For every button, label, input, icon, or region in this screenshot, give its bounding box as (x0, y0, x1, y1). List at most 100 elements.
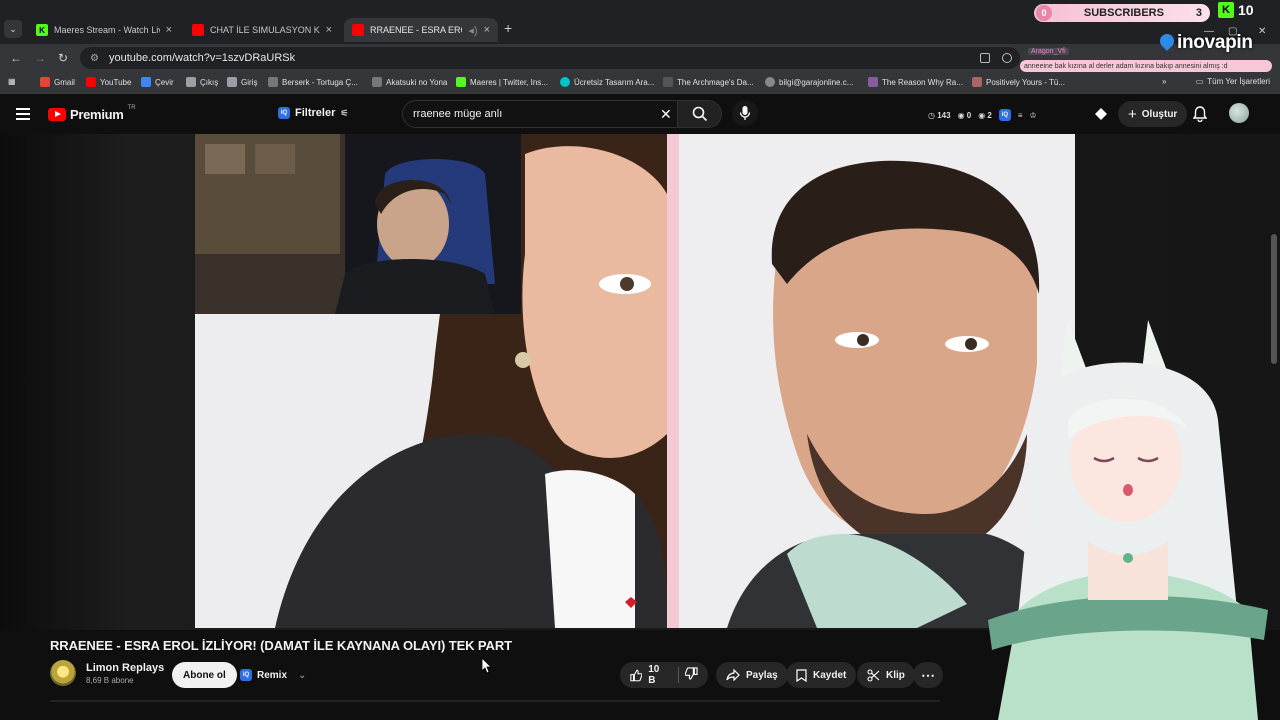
stat-eye: ◉ 0 (957, 110, 972, 120)
video-frame[interactable] (195, 134, 1075, 628)
close-icon[interactable]: × (326, 24, 332, 36)
forward-icon[interactable]: → (34, 51, 46, 65)
bookmark-reason[interactable]: The Reason Why Ra... (868, 77, 963, 87)
dislike-button[interactable] (684, 667, 698, 683)
all-bookmarks[interactable]: ▭ Tüm Yer İşaretleri (1196, 77, 1270, 86)
chat-message: anneeine bak kızına al derler adam kızın… (1020, 60, 1272, 72)
video-player[interactable] (0, 134, 1280, 720)
scissors-icon (867, 668, 880, 682)
more-horiz-icon: ⋯ (921, 666, 935, 683)
divider (678, 667, 679, 683)
bookmark-icon (227, 77, 237, 87)
remix-button[interactable]: iQ Remix ⌄ (240, 664, 306, 686)
iq-extension-icon: iQ (278, 107, 290, 119)
bookmark-maeres[interactable]: Maeres | Twitter, Ins... (456, 77, 548, 87)
page-scrollbar[interactable] (1271, 234, 1277, 364)
mouse-cursor (482, 658, 492, 674)
extension-face-icon[interactable] (1094, 107, 1108, 126)
channel-avatar[interactable] (50, 660, 76, 686)
iq-extension-icon: iQ (240, 669, 252, 681)
bookmark-positively[interactable]: Positively Yours - Tü... (972, 77, 1065, 87)
search-input[interactable] (402, 100, 678, 128)
bookmarks-bar: ▦ Gmail YouTube Çevir Çıkış Giriş Berser… (0, 72, 1280, 94)
trophy-icon[interactable]: ♔ (1030, 111, 1037, 120)
cast-icon[interactable] (980, 53, 990, 63)
chevron-down-icon: ⌄ (298, 669, 307, 681)
extension-stats: ◷ 143 ◉ 0 ◉ 2 iQ ≡ ♔ (928, 109, 1037, 121)
bookmark-bilgi[interactable]: bilgi@garajonline.c... (765, 77, 853, 87)
stat-eye-2: ◉ 2 (978, 110, 992, 120)
save-button[interactable]: Kaydet (786, 662, 857, 688)
bookmark-berserk[interactable]: Berserk - Tortuga Ç... (268, 77, 358, 87)
bookmark-archmage[interactable]: The Archmage's Da... (663, 77, 754, 87)
eye-off-icon[interactable] (1002, 53, 1012, 63)
thumbs-up-icon (630, 669, 643, 681)
bookmark-icon (868, 77, 878, 87)
close-icon[interactable]: × (484, 24, 490, 36)
subscribe-button[interactable]: Abone ol (172, 662, 237, 688)
chat-username: Aragon_Vfi (1028, 48, 1069, 55)
notifications-icon[interactable] (1192, 106, 1208, 127)
inovapin-logo: inovapin (1157, 31, 1253, 54)
tab-maeres-stream[interactable]: K Maeres Stream - Watch Live on × (28, 18, 180, 42)
bookmark-gmail[interactable]: Gmail (40, 77, 75, 87)
youtube-icon (352, 24, 364, 36)
youtube-play-icon (48, 108, 66, 121)
description-divider (50, 700, 940, 702)
url-text: youtube.com/watch?v=1szvDRaURSk (108, 52, 296, 64)
bookmark-cevir[interactable]: Çevir (141, 77, 174, 87)
tab-rraenee-video[interactable]: RRAENEE - ESRA EROL İZLİY ◂) × (344, 18, 498, 42)
close-icon[interactable]: × (166, 24, 172, 36)
translate-icon (141, 77, 151, 87)
video-title: RRAENEE - ESRA EROL İZLİYOR! (DAMAT İLE … (50, 638, 512, 653)
pin-icon (1157, 31, 1177, 51)
bookmark-icon (186, 77, 196, 87)
bookmark-youtube[interactable]: YouTube (86, 77, 131, 87)
tab-search-dropdown[interactable]: ⌄ (4, 20, 22, 38)
kick-icon: K (1218, 2, 1234, 18)
reload-icon[interactable]: ↻ (58, 51, 68, 65)
subscribers-goal: 3 (1195, 7, 1202, 19)
search-button[interactable] (678, 100, 722, 128)
tab-chat-simulasyon[interactable]: CHAT İLE SIMULASYON KEYFİ | × (184, 18, 340, 42)
more-actions-button[interactable]: ⋯ (913, 662, 943, 688)
mic-icon (739, 106, 751, 120)
subscribers-label: SUBSCRIBERS (1083, 7, 1164, 19)
share-button[interactable]: Paylaş (716, 662, 788, 688)
account-avatar[interactable] (1229, 103, 1249, 123)
bookmark-akatsuki[interactable]: Akatsuki no Yona (372, 77, 447, 87)
back-icon[interactable]: ← (10, 51, 22, 65)
streamer-image (195, 134, 521, 314)
new-tab-button[interactable]: + (504, 20, 512, 36)
address-bar[interactable]: ⚙ youtube.com/watch?v=1szvDRaURSk (80, 47, 1020, 69)
bookmark-icon (972, 77, 982, 87)
search-icon (692, 106, 707, 122)
bookmark-ucretsiz[interactable]: Ücretsiz Tasarım Ara... (560, 77, 654, 87)
more-bookmarks-icon[interactable]: » (1162, 77, 1166, 86)
youtube-logo[interactable]: Premium TR (48, 105, 136, 122)
clip-button[interactable]: Klip (857, 662, 915, 688)
youtube-icon (86, 77, 96, 87)
voice-search-button[interactable] (732, 100, 758, 126)
subscribers-overlay: 0 SUBSCRIBERS 3 (1034, 4, 1210, 22)
kick-icon (456, 77, 466, 87)
menu-icon[interactable] (16, 108, 30, 120)
create-button[interactable]: + Oluştur (1118, 101, 1188, 127)
channel-name[interactable]: Limon Replays (86, 662, 164, 674)
site-info-icon[interactable]: ⚙ (90, 53, 99, 64)
globe-icon (765, 77, 775, 87)
channel-subscriber-count: 8,69 B abone (86, 675, 134, 685)
thumbs-down-icon (684, 667, 698, 680)
like-button[interactable]: 10 B (630, 664, 668, 686)
apps-icon[interactable]: ▦ (8, 77, 16, 86)
folder-icon: ▭ (1195, 77, 1204, 86)
bookmark-giris[interactable]: Giriş (227, 77, 257, 87)
iq-extension-icon[interactable]: iQ (998, 109, 1011, 121)
clear-search-icon[interactable]: ✕ (660, 106, 672, 123)
list-icon[interactable]: ≡ (1018, 111, 1023, 120)
bookmark-cikis[interactable]: Çıkış (186, 77, 218, 87)
sliders-icon: ⚟ (340, 107, 349, 118)
audio-icon[interactable]: ◂) (468, 24, 477, 37)
filters-button[interactable]: iQ Filtreler ⚟ (278, 107, 348, 119)
close-window-icon[interactable]: ✕ (1258, 26, 1266, 37)
